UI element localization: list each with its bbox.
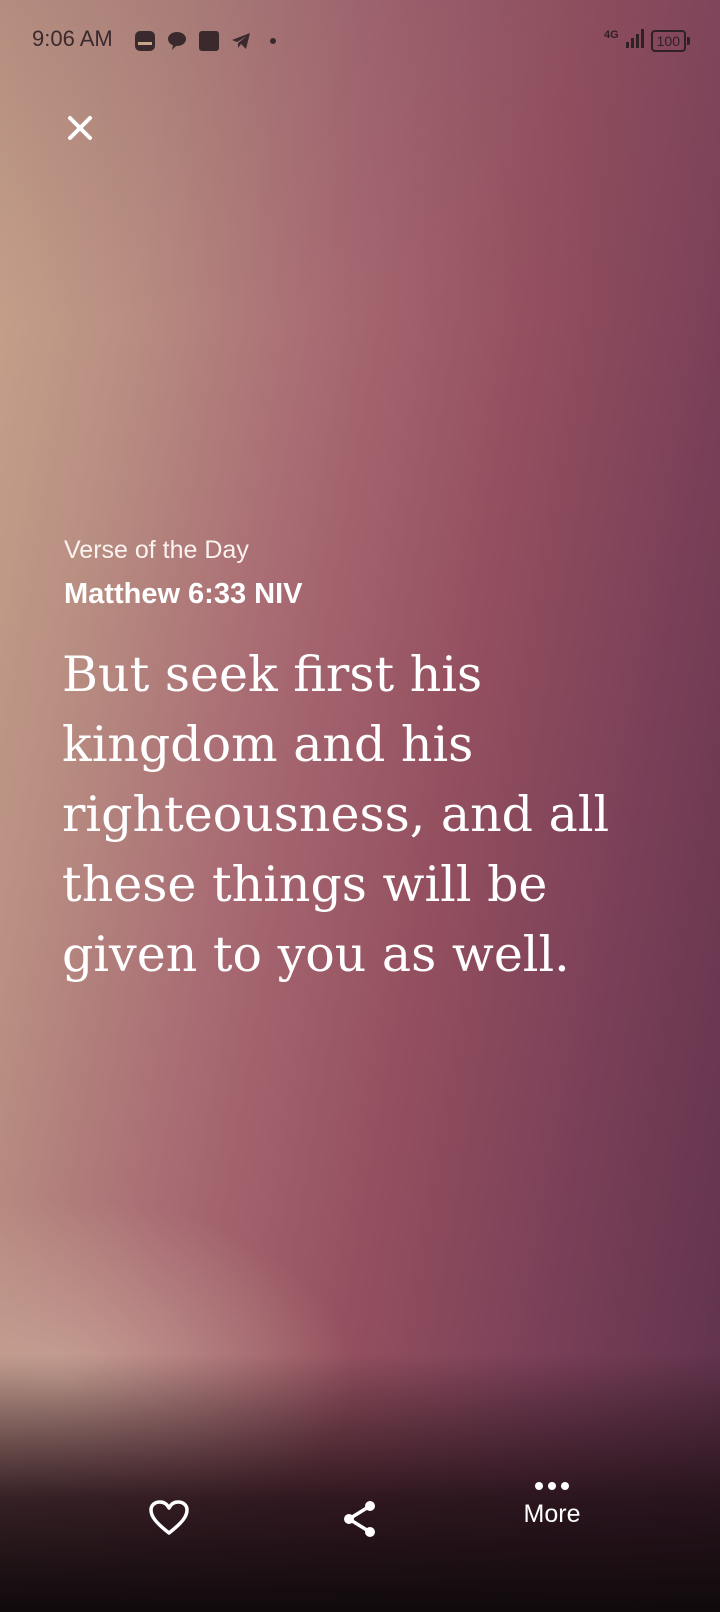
network-type: 4G [603, 28, 619, 41]
heart-icon [149, 1500, 189, 1535]
battery-icon: 100 [650, 29, 690, 52]
telegram-icon [230, 30, 252, 52]
chat-bubble-icon [166, 30, 188, 52]
status-time: 9:06 AM [32, 26, 113, 51]
app-notification-icon [134, 30, 156, 52]
more-label: More [523, 1500, 581, 1528]
battery-level: 100 [650, 29, 686, 52]
share-button[interactable] [334, 1500, 386, 1538]
square-app-icon [198, 30, 220, 52]
more-notifications-dot-icon [262, 30, 284, 52]
more-dots-icon [535, 1482, 569, 1490]
bottom-action-bar: More [0, 1480, 720, 1612]
signal-icon [625, 28, 645, 53]
verse-reference[interactable]: Matthew 6:33 NIV [64, 578, 303, 611]
more-button[interactable]: More [506, 1480, 598, 1529]
notification-icons [134, 30, 284, 52]
status-right: 4G 100 [604, 28, 690, 53]
battery-tip [687, 36, 690, 45]
close-button[interactable] [60, 108, 100, 148]
verse-label: Verse of the Day [64, 536, 249, 564]
status-bar: 9:06 AM 4G 100 [0, 0, 720, 80]
verse-text: But seek first his kingdom and his right… [62, 646, 610, 983]
close-icon [68, 116, 92, 140]
like-button[interactable] [143, 1500, 195, 1536]
share-icon [344, 1501, 375, 1537]
